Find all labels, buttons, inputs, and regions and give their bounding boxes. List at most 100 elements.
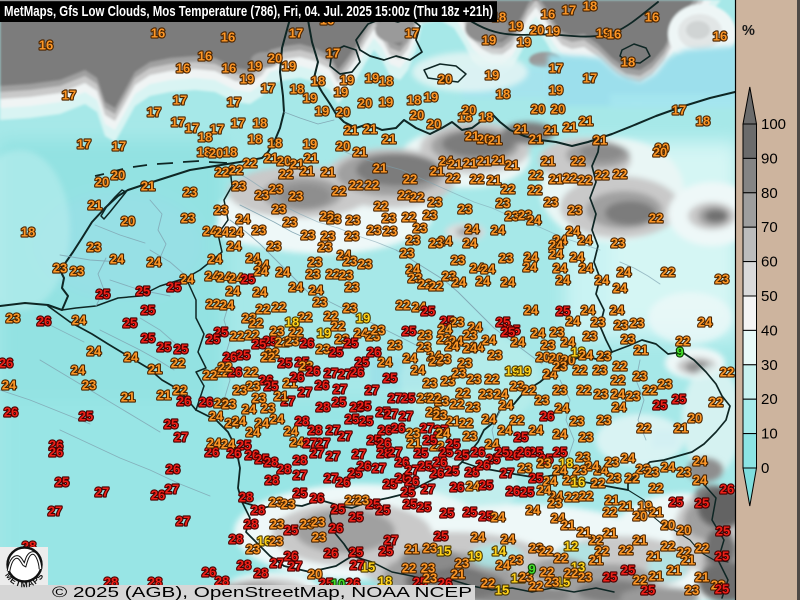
svg-text:20: 20 bbox=[95, 175, 109, 190]
svg-text:21: 21 bbox=[274, 389, 288, 404]
svg-text:24: 24 bbox=[526, 503, 541, 518]
svg-text:23: 23 bbox=[270, 517, 284, 532]
svg-text:17: 17 bbox=[289, 26, 303, 41]
svg-text:21: 21 bbox=[577, 525, 591, 540]
svg-text:24: 24 bbox=[452, 275, 467, 290]
svg-text:24: 24 bbox=[471, 530, 486, 545]
svg-text:23: 23 bbox=[479, 387, 493, 402]
svg-text:24: 24 bbox=[147, 255, 162, 270]
svg-text:18: 18 bbox=[268, 136, 282, 151]
svg-text:24: 24 bbox=[482, 333, 497, 348]
svg-text:17: 17 bbox=[549, 61, 563, 76]
svg-text:20: 20 bbox=[268, 51, 282, 66]
svg-text:23: 23 bbox=[246, 542, 260, 557]
svg-text:21: 21 bbox=[603, 526, 617, 541]
svg-text:19: 19 bbox=[546, 24, 560, 39]
svg-text:16: 16 bbox=[198, 49, 212, 64]
svg-text:23: 23 bbox=[355, 493, 369, 508]
svg-text:25: 25 bbox=[455, 448, 469, 463]
svg-text:22: 22 bbox=[563, 171, 577, 186]
svg-text:24: 24 bbox=[566, 314, 581, 329]
svg-text:24: 24 bbox=[403, 351, 418, 366]
svg-text:9: 9 bbox=[676, 345, 683, 360]
svg-text:22: 22 bbox=[171, 356, 185, 371]
svg-text:23: 23 bbox=[346, 213, 360, 228]
svg-text:24: 24 bbox=[180, 272, 195, 287]
svg-text:24: 24 bbox=[110, 252, 125, 267]
svg-text:18: 18 bbox=[696, 114, 710, 129]
svg-text:24: 24 bbox=[215, 225, 230, 240]
svg-text:26: 26 bbox=[324, 546, 338, 561]
svg-text:25: 25 bbox=[141, 303, 155, 318]
svg-text:18: 18 bbox=[621, 55, 635, 70]
svg-text:24: 24 bbox=[496, 558, 511, 573]
svg-text:22: 22 bbox=[649, 211, 663, 226]
svg-text:15: 15 bbox=[437, 544, 451, 559]
svg-text:26: 26 bbox=[0, 356, 13, 371]
svg-text:70: 70 bbox=[761, 219, 778, 236]
svg-text:22: 22 bbox=[528, 183, 542, 198]
svg-text:23: 23 bbox=[548, 496, 562, 511]
svg-text:17: 17 bbox=[326, 46, 340, 61]
svg-text:16: 16 bbox=[176, 61, 190, 76]
svg-text:18: 18 bbox=[248, 132, 262, 147]
svg-text:21: 21 bbox=[487, 173, 501, 188]
svg-text:19: 19 bbox=[282, 59, 296, 74]
svg-text:25: 25 bbox=[136, 284, 150, 299]
svg-text:26: 26 bbox=[202, 565, 216, 580]
svg-text:20: 20 bbox=[633, 509, 647, 524]
svg-text:25: 25 bbox=[479, 478, 493, 493]
svg-text:23: 23 bbox=[214, 203, 228, 218]
svg-text:23: 23 bbox=[423, 541, 437, 556]
svg-text:16: 16 bbox=[221, 30, 235, 45]
svg-text:24: 24 bbox=[537, 483, 552, 498]
svg-text:25: 25 bbox=[463, 505, 477, 520]
svg-text:25: 25 bbox=[669, 495, 683, 510]
svg-text:23: 23 bbox=[269, 182, 283, 197]
svg-text:24: 24 bbox=[617, 265, 632, 280]
svg-text:21: 21 bbox=[373, 161, 387, 176]
svg-text:21: 21 bbox=[674, 421, 688, 436]
svg-text:22: 22 bbox=[429, 279, 443, 294]
svg-text:25: 25 bbox=[332, 395, 346, 410]
svg-text:24: 24 bbox=[595, 273, 610, 288]
svg-text:23: 23 bbox=[281, 497, 295, 512]
svg-text:26: 26 bbox=[367, 345, 381, 360]
svg-text:23: 23 bbox=[318, 240, 332, 255]
svg-text:10: 10 bbox=[761, 426, 778, 443]
svg-text:25: 25 bbox=[359, 414, 373, 429]
svg-text:23: 23 bbox=[509, 553, 523, 568]
svg-text:23: 23 bbox=[267, 239, 281, 254]
svg-text:20: 20 bbox=[438, 72, 452, 87]
svg-text:21: 21 bbox=[514, 122, 528, 137]
svg-text:28: 28 bbox=[293, 453, 307, 468]
svg-text:24: 24 bbox=[693, 473, 708, 488]
svg-text:23: 23 bbox=[70, 264, 84, 279]
svg-text:27: 27 bbox=[293, 468, 307, 483]
svg-text:23: 23 bbox=[327, 212, 341, 227]
svg-text:23: 23 bbox=[367, 223, 381, 238]
svg-text:19: 19 bbox=[240, 72, 254, 87]
svg-text:20: 20 bbox=[661, 518, 675, 533]
svg-text:22: 22 bbox=[578, 173, 592, 188]
svg-text:22: 22 bbox=[349, 178, 363, 193]
svg-text:30: 30 bbox=[761, 357, 778, 374]
svg-text:20: 20 bbox=[427, 117, 441, 132]
svg-text:23: 23 bbox=[568, 203, 582, 218]
svg-text:25: 25 bbox=[329, 345, 343, 360]
svg-text:22: 22 bbox=[402, 561, 416, 576]
svg-text:24: 24 bbox=[463, 236, 478, 251]
svg-text:20: 20 bbox=[530, 23, 544, 38]
svg-text:22: 22 bbox=[501, 182, 515, 197]
svg-text:24: 24 bbox=[220, 298, 235, 313]
svg-text:24: 24 bbox=[524, 303, 539, 318]
svg-text:22: 22 bbox=[565, 490, 579, 505]
svg-text:24: 24 bbox=[208, 252, 223, 267]
svg-text:23: 23 bbox=[222, 397, 236, 412]
svg-text:27: 27 bbox=[388, 391, 402, 406]
svg-text:24: 24 bbox=[232, 414, 247, 429]
svg-text:18: 18 bbox=[379, 74, 393, 89]
svg-text:21: 21 bbox=[477, 154, 491, 169]
svg-text:22: 22 bbox=[571, 154, 585, 169]
svg-text:26: 26 bbox=[517, 445, 531, 460]
